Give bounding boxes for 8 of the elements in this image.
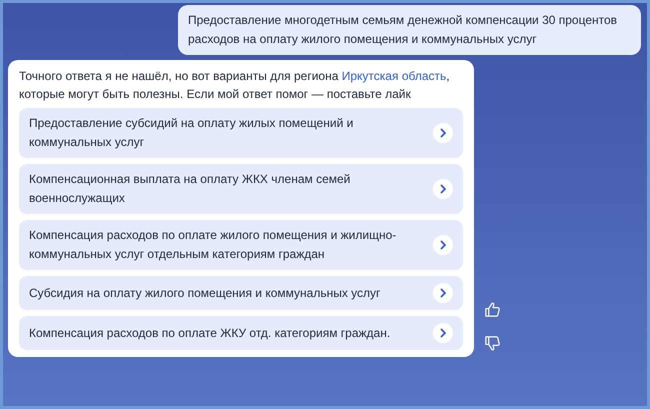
service-option[interactable]: Компенсация расходов по оплате ЖКУ отд. категориям граждан.	[19, 316, 463, 350]
service-option[interactable]: Предоставление субсидий на оплату жилых помещений и коммунальных услуг	[19, 108, 463, 158]
service-option[interactable]: Компенсационная выплата на оплату ЖКХ членам семей военнослужащих	[19, 164, 463, 214]
answer-text: Точного ответа я не нашёл, но вот варианты для региона Иркутская область, которые могут быть полезны. Если мой ответ помог — поставьте лайк	[19, 68, 451, 103]
service-option[interactable]: Субсидия на оплату жилого помещения и коммунальных услуг	[19, 276, 463, 310]
user-message: Предоставление многодетным семьям денежной компенсации 30 процентов расходов на оплату жилого помещения и коммунальных услуг	[178, 5, 641, 55]
service-option[interactable]: Компенсация расходов по оплате жилого помещения и жилищно-коммунальных услуг отдельным категориям граждан	[19, 220, 463, 270]
region-link[interactable]: Иркутская область	[342, 69, 446, 83]
